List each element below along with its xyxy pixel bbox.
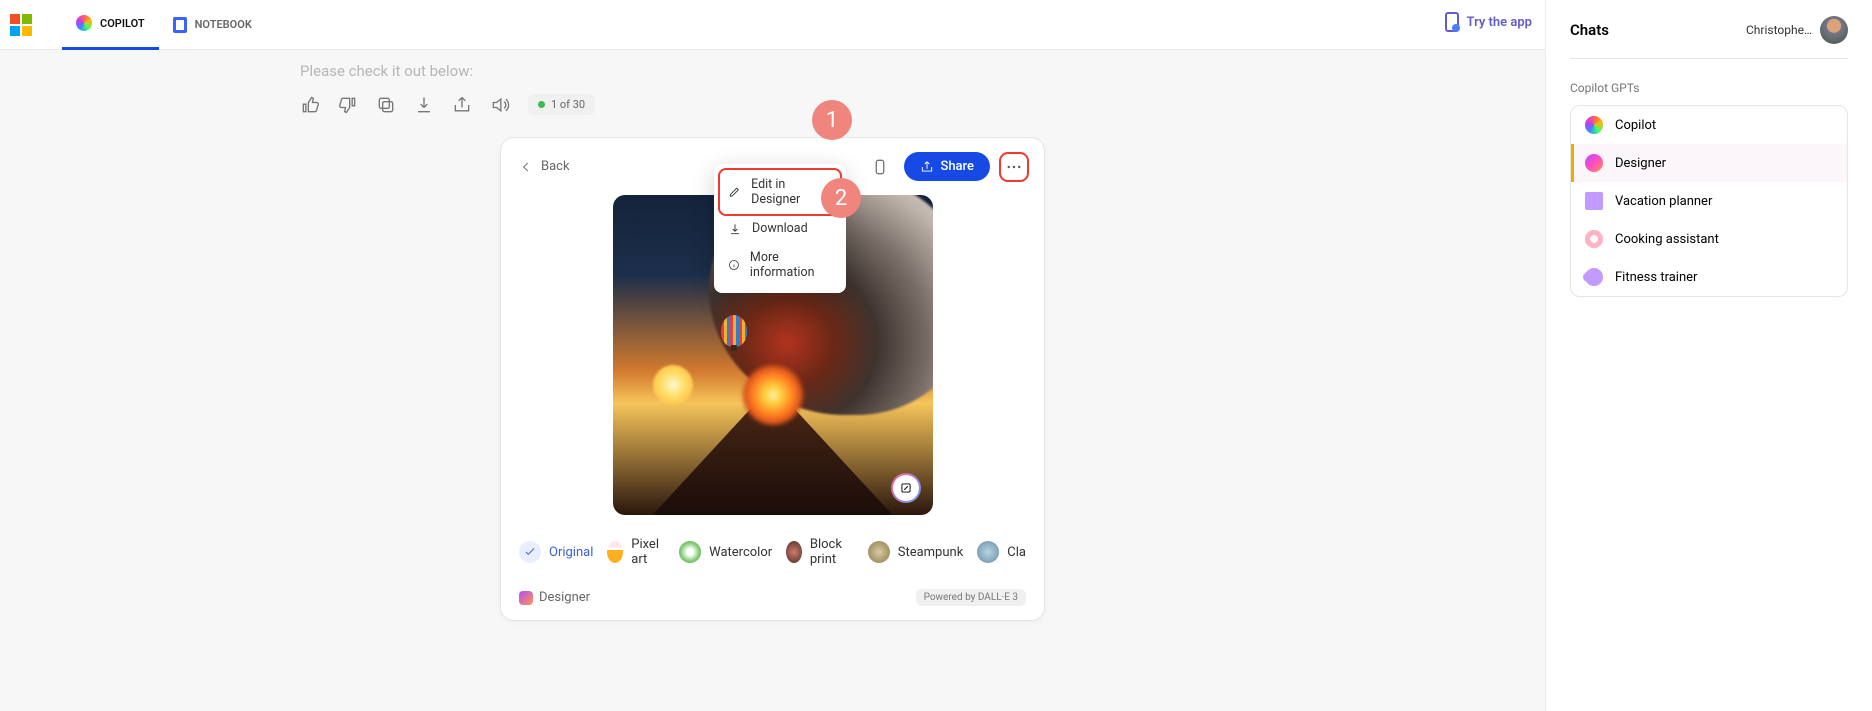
designer-icon	[1585, 154, 1603, 172]
status-dot-icon	[538, 101, 545, 108]
donut-icon	[1585, 230, 1603, 248]
tab-label: NOTEBOOK	[195, 18, 252, 31]
copilot-icon	[76, 15, 92, 31]
gpt-item-designer[interactable]: Designer	[1571, 144, 1847, 182]
download-icon[interactable]	[414, 95, 434, 115]
tab-copilot[interactable]: COPILOT	[62, 0, 159, 50]
style-pixel-art[interactable]: Pixel art	[607, 537, 665, 567]
thumbs-down-icon[interactable]	[338, 95, 358, 115]
copy-icon[interactable]	[376, 95, 396, 115]
tab-notebook[interactable]: NOTEBOOK	[159, 0, 266, 50]
gpt-item-cooking[interactable]: Cooking assistant	[1571, 220, 1847, 258]
message-toolbar: 1 of 30	[300, 94, 595, 115]
designer-label: Designer	[539, 590, 590, 605]
cla-icon	[977, 541, 999, 563]
block-print-icon	[786, 541, 802, 563]
share-icon[interactable]	[452, 95, 472, 115]
response-tail-text: Please check it out below:	[300, 62, 473, 80]
pencil-icon	[728, 185, 741, 199]
avatar	[1820, 16, 1848, 44]
thumbs-up-icon[interactable]	[300, 95, 320, 115]
dumbbell-icon	[1585, 268, 1603, 286]
gpt-list: Copilot Designer Vacation planner Cookin…	[1570, 105, 1848, 297]
expand-icon	[899, 481, 913, 495]
gpt-item-label: Fitness trainer	[1615, 270, 1697, 285]
chats-title: Chats	[1570, 21, 1609, 39]
suitcase-icon	[1585, 192, 1603, 210]
share-label: Share	[940, 159, 974, 174]
steampunk-icon	[868, 541, 890, 563]
main-area: Please check it out below: 1 of 30 Back …	[0, 50, 1545, 711]
gpt-item-copilot[interactable]: Copilot	[1571, 106, 1847, 144]
dropdown-more-information[interactable]: More information	[720, 243, 840, 287]
copilot-icon	[1585, 116, 1603, 134]
chevron-left-icon	[519, 160, 533, 174]
dd-label: Edit in Designer	[751, 177, 832, 207]
dropdown-download[interactable]: Download	[720, 214, 840, 243]
popsicle-icon	[607, 541, 623, 563]
style-label: Steampunk	[898, 545, 964, 560]
sidebar-header: Chats Christophe…	[1570, 16, 1848, 59]
check-icon	[519, 541, 541, 563]
gpt-item-fitness[interactable]: Fitness trainer	[1571, 258, 1847, 296]
copilot-gpts-label: Copilot GPTs	[1570, 81, 1848, 95]
info-icon	[728, 258, 740, 272]
gpt-item-label: Designer	[1615, 156, 1666, 171]
designer-brand: Designer	[519, 590, 590, 605]
share-button[interactable]: Share	[904, 152, 990, 181]
style-label: Watercolor	[709, 545, 772, 560]
style-cla-truncated[interactable]: Cla	[977, 541, 1026, 563]
card-footer: Designer Powered by DALL·E 3	[501, 581, 1044, 620]
powered-by-badge: Powered by DALL·E 3	[916, 589, 1026, 606]
back-button[interactable]: Back	[519, 159, 570, 174]
style-watercolor[interactable]: Watercolor	[679, 541, 772, 563]
try-the-app-link[interactable]: Try the app	[1445, 12, 1532, 32]
card-actions: Share	[868, 152, 1026, 181]
style-label: Cla	[1007, 545, 1026, 560]
dd-label: Download	[752, 221, 808, 236]
gpt-item-label: Copilot	[1615, 118, 1656, 133]
gpt-item-vacation[interactable]: Vacation planner	[1571, 182, 1847, 220]
microsoft-logo[interactable]	[10, 14, 32, 36]
user-profile[interactable]: Christophe…	[1746, 16, 1848, 44]
try-app-label: Try the app	[1467, 15, 1532, 30]
style-row: Original Pixel art Watercolor Block prin…	[501, 531, 1044, 581]
phone-icon	[1445, 12, 1459, 32]
style-steampunk[interactable]: Steampunk	[868, 541, 964, 563]
more-options-button[interactable]	[1002, 155, 1026, 179]
back-label: Back	[541, 159, 570, 174]
watercolor-icon	[679, 541, 701, 563]
style-label: Original	[549, 545, 593, 560]
download-icon	[728, 222, 742, 236]
style-label: Block print	[810, 537, 854, 567]
image-expand-badge[interactable]	[891, 473, 921, 503]
annotation-step-1: 1	[812, 100, 852, 140]
tab-label: COPILOT	[100, 17, 145, 30]
right-sidebar: Chats Christophe… Copilot GPTs Copilot D…	[1545, 0, 1872, 711]
read-aloud-icon[interactable]	[490, 95, 510, 115]
style-block-print[interactable]: Block print	[786, 537, 854, 567]
style-label: Pixel art	[631, 537, 665, 567]
share-arrow-icon	[920, 160, 934, 174]
gpt-item-label: Vacation planner	[1615, 194, 1712, 209]
gpt-item-label: Cooking assistant	[1615, 232, 1719, 247]
ellipsis-icon	[1005, 158, 1023, 176]
turn-counter: 1 of 30	[528, 94, 595, 115]
user-name: Christophe…	[1746, 23, 1812, 37]
style-original[interactable]: Original	[519, 541, 593, 563]
copy-image-icon[interactable]	[868, 155, 892, 179]
dd-label: More information	[750, 250, 832, 280]
notebook-icon	[173, 17, 187, 33]
counter-text: 1 of 30	[551, 98, 585, 111]
designer-icon	[519, 591, 533, 605]
annotation-step-2: 2	[821, 178, 861, 218]
